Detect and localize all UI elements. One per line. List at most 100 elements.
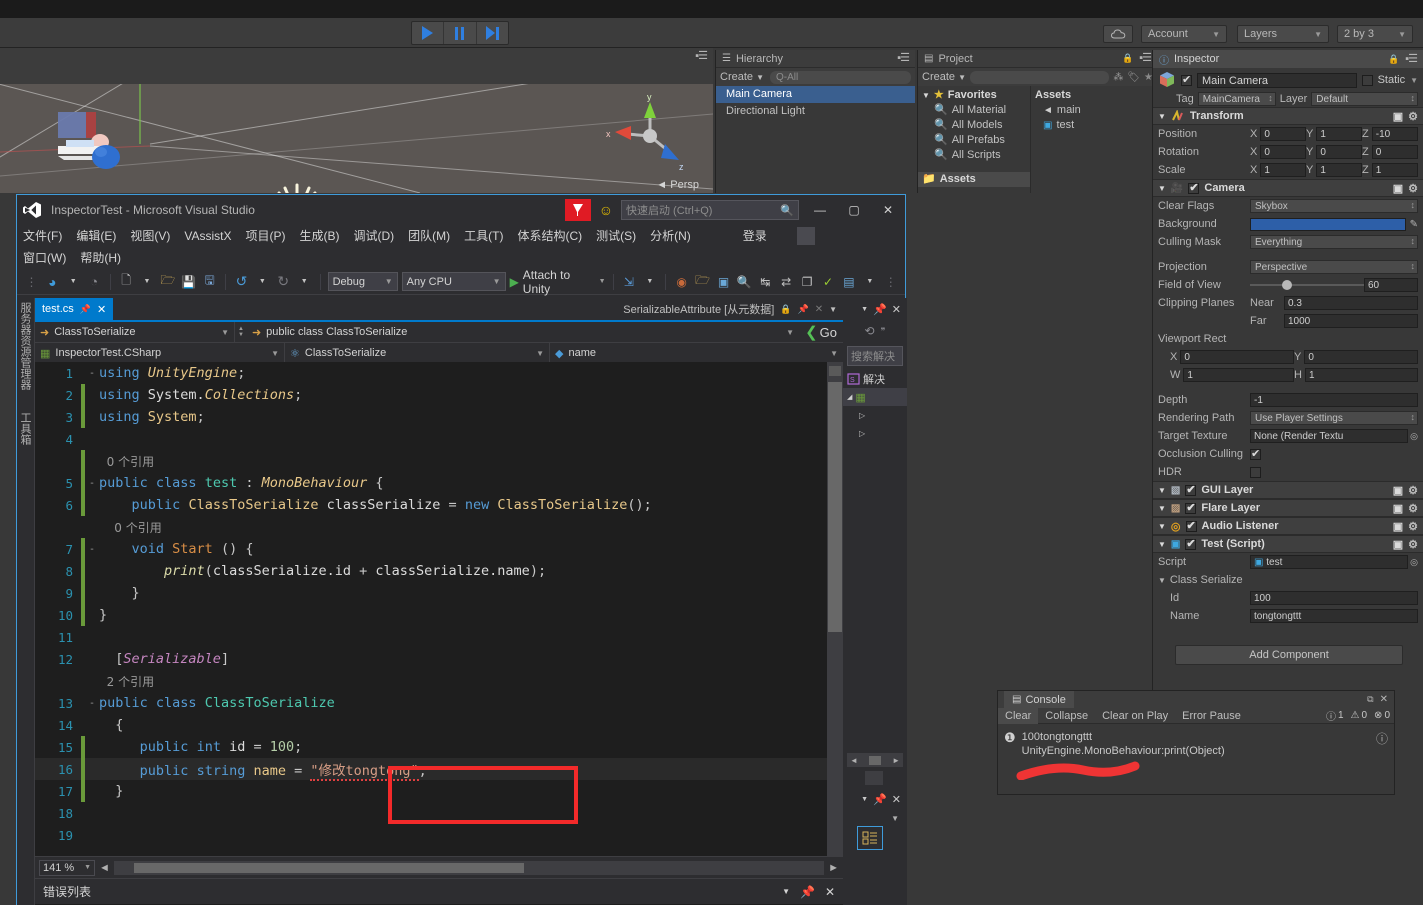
rotation-x-field[interactable]: 0 <box>1260 145 1306 159</box>
rotation-z-field[interactable]: 0 <box>1371 145 1418 159</box>
fov-slider[interactable] <box>1250 278 1364 292</box>
project-tab[interactable]: ▤ Project 🔒 ▪☰ <box>918 50 1157 68</box>
flare-layer-enabled-checkbox[interactable] <box>1185 501 1197 514</box>
layer-dropdown[interactable]: Default <box>1311 91 1418 106</box>
near-field[interactable]: 0.3 <box>1284 296 1418 310</box>
code-line[interactable]: 5 - public class test : MonoBehaviour { <box>35 472 843 494</box>
hscroll-thumb[interactable] <box>133 862 524 873</box>
component-header-gui-layer[interactable]: ▼ ▧ GUI Layer ▣ ⚙ <box>1153 481 1423 499</box>
component-preset-icon[interactable]: ▣ <box>1393 484 1403 497</box>
chevron-down-icon[interactable]: ▼ <box>829 305 837 314</box>
fov-value-field[interactable]: 60 <box>1364 278 1418 292</box>
name-field[interactable]: tongtongttt <box>1250 609 1418 623</box>
audio-listener-enabled-checkbox[interactable] <box>1185 519 1197 532</box>
code-line[interactable]: 14 { <box>35 714 843 736</box>
hierarchy-item-directional-light[interactable]: Directional Light <box>716 103 915 120</box>
undo-icon[interactable]: ↺ <box>233 273 250 291</box>
code-line[interactable]: 7 - void Start () { <box>35 538 843 560</box>
inspector-panel-menu-icon[interactable]: ▪☰ <box>1405 53 1418 64</box>
solution-explorer-hscrollbar[interactable]: ◄ ► <box>847 753 903 767</box>
chevron-down-icon[interactable]: ▼ <box>1158 522 1166 531</box>
project-asset-main[interactable]: ◄ main <box>1031 103 1157 118</box>
navigate-forward-icon[interactable]: ◔ <box>86 273 103 291</box>
component-header-camera[interactable]: ▼ 🎥 Camera ▣ ⚙ <box>1153 179 1423 197</box>
menu-analyze[interactable]: 分析(N) <box>650 225 691 247</box>
target-texture-field[interactable]: None (Render Textu <box>1250 429 1409 443</box>
document-tab-serializable-attribute[interactable]: SerializableAttribute [从元数据] 🔒 📌 ✕ ▼ <box>617 301 843 317</box>
toolbox-tab[interactable]: 工具箱 <box>17 408 33 449</box>
scroll-right-arrow[interactable]: ► <box>828 862 839 874</box>
occlusion-culling-checkbox[interactable] <box>1250 447 1261 460</box>
project-panel-menu-icon[interactable]: ▪☰ <box>1139 53 1152 64</box>
position-x-field[interactable]: 0 <box>1260 127 1306 141</box>
minimize-button[interactable]: — <box>807 198 833 222</box>
pin-icon[interactable]: 📌 <box>797 304 808 315</box>
scroll-up-arrow[interactable] <box>829 366 841 376</box>
navbar-scope-combo[interactable]: ➜ ClassToSerialize ▼ <box>35 321 235 343</box>
navbar-member-combo[interactable]: ➜ public class ClassToSerialize ▼ <box>247 322 799 343</box>
codelens-reference-row[interactable]: 0 个引用 <box>35 516 843 538</box>
component-header-audio-listener[interactable]: ▼ ◎ Audio Listener ▣ ⚙ <box>1153 517 1423 535</box>
code-line[interactable]: 17 } <box>35 780 843 802</box>
position-z-field[interactable]: -10 <box>1371 127 1418 141</box>
scale-x-field[interactable]: 1 <box>1260 163 1306 177</box>
project-create-button[interactable]: Create ▼ <box>922 71 966 83</box>
menu-view[interactable]: 视图(V) <box>130 225 170 247</box>
menu-file[interactable]: 文件(F) <box>23 225 62 247</box>
gui-layer-enabled-checkbox[interactable] <box>1185 483 1197 496</box>
hierarchy-search-input[interactable]: Q-All <box>770 70 911 84</box>
scroll-thumb[interactable] <box>828 382 842 632</box>
more-icon[interactable]: ❞ <box>881 326 886 337</box>
play-button[interactable] <box>412 22 445 44</box>
chevron-down-icon[interactable]: ▼ <box>65 273 82 291</box>
signin-button[interactable]: 登录 <box>743 225 767 247</box>
error-list-tab-label[interactable]: 错误列表 <box>43 883 91 900</box>
project-favorite-all-materials[interactable]: 🔍 All Material <box>918 103 1030 118</box>
vassist-settings-icon[interactable]: ▤ <box>840 273 857 291</box>
project-favorite-all-models[interactable]: 🔍 All Models <box>918 118 1030 133</box>
hscroll-thumb[interactable] <box>869 755 881 765</box>
code-horizontal-scrollbar[interactable] <box>113 860 825 875</box>
menu-vassistx[interactable]: VAssistX <box>184 225 231 247</box>
vassist-surround-icon[interactable]: ❐ <box>799 273 816 291</box>
pane-splitter[interactable] <box>865 771 883 785</box>
platform-combo[interactable]: Any CPU ▼ <box>401 272 506 291</box>
pin-icon[interactable]: 📌 <box>80 304 91 315</box>
clear-flags-dropdown[interactable]: Skybox <box>1250 199 1418 213</box>
chevron-down-icon[interactable]: ▼ <box>296 273 313 291</box>
far-field[interactable]: 1000 <box>1284 314 1418 328</box>
close-button[interactable]: ✕ <box>875 198 901 222</box>
maximize-button[interactable]: ▢ <box>841 198 867 222</box>
navigate-back-icon[interactable]: ◕ <box>44 273 61 291</box>
code-line[interactable]: 10} <box>35 604 843 626</box>
script-object-field[interactable]: ▣ test <box>1250 555 1409 569</box>
close-icon[interactable]: ✕ <box>825 885 835 899</box>
step-into-icon[interactable]: ⇲ <box>620 273 637 291</box>
redo-icon[interactable]: ↻ <box>275 273 292 291</box>
console-clear-button[interactable]: Clear <box>998 707 1039 724</box>
console-tab[interactable]: ▤ Console <box>1004 691 1074 708</box>
rendering-path-dropdown[interactable]: Use Player Settings <box>1250 411 1418 425</box>
code-line[interactable]: 4 <box>35 428 843 450</box>
console-error-pause-button[interactable]: Error Pause <box>1175 708 1248 724</box>
chevron-down-icon[interactable]: ▼ <box>1158 504 1166 513</box>
fold-toggle-icon[interactable]: - <box>85 478 99 489</box>
rotation-y-field[interactable]: 0 <box>1316 145 1362 159</box>
fold-toggle-icon[interactable]: - <box>85 368 99 379</box>
viewport-w-field[interactable]: 1 <box>1183 368 1294 382</box>
project-favorites-row[interactable]: ▼ ★ Favorites <box>918 88 1030 103</box>
code-line[interactable]: 15 public int id = 100; <box>35 736 843 758</box>
projection-dropdown[interactable]: Perspective <box>1250 260 1418 274</box>
component-header-transform[interactable]: ▼ Transform ▣ ⚙ <box>1153 107 1423 125</box>
scene-viewport[interactable]: y x z ◄ Persp <box>0 84 713 193</box>
user-avatar[interactable] <box>796 227 815 245</box>
codelens-reference-row[interactable]: 2 个引用 <box>35 670 843 692</box>
chevron-down-icon[interactable]: ▼ <box>782 887 790 896</box>
fold-toggle-icon[interactable]: - <box>85 544 99 555</box>
chevron-down-icon[interactable]: ◢ <box>847 393 852 401</box>
static-checkbox[interactable] <box>1361 74 1373 86</box>
toolbar-overflow-icon[interactable]: ⋮ <box>882 273 899 291</box>
filter-by-label-icon[interactable]: 🏷 <box>1127 72 1140 83</box>
gear-icon[interactable]: ⚙ <box>1408 520 1418 533</box>
gear-icon[interactable]: ⚙ <box>1408 484 1418 497</box>
